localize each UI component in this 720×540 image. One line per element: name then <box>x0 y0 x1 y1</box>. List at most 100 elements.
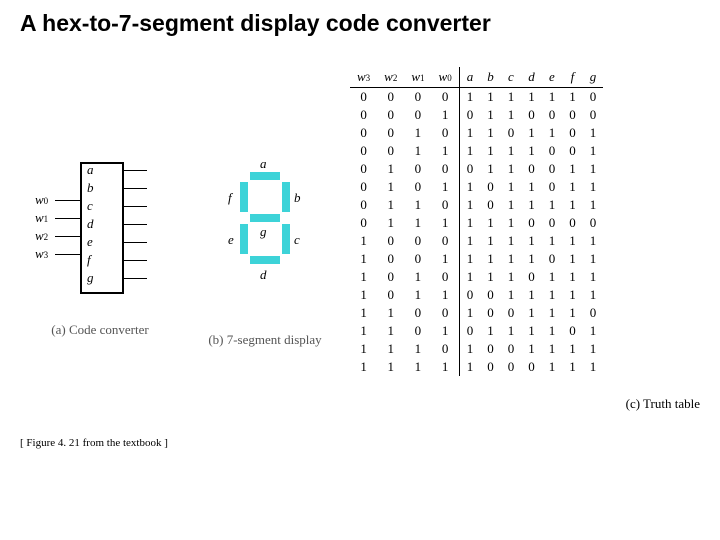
tt-cell: 1 <box>377 340 404 358</box>
tt-cell: 0 <box>404 88 431 107</box>
tt-cell: 1 <box>501 142 522 160</box>
converter-diagram: w0w0 w1w1 w2w2 w3w3 a b c d e f g <box>35 152 165 302</box>
tt-cell: 1 <box>432 250 460 268</box>
table-row: 10001111111 <box>350 232 603 250</box>
tt-cell: 0 <box>521 160 542 178</box>
tt-cell: 1 <box>350 286 377 304</box>
tt-cell: 1 <box>521 196 542 214</box>
tt-cell: 1 <box>480 142 501 160</box>
segment-a <box>250 172 280 180</box>
figure-reference: [ Figure 4. 21 from the textbook ] <box>20 437 700 449</box>
tt-cell: 1 <box>459 268 480 286</box>
tt-cell: 0 <box>521 358 542 376</box>
tt-cell: 1 <box>583 178 604 196</box>
table-row: 11111000111 <box>350 358 603 376</box>
tt-header-d: d <box>521 67 542 88</box>
tt-cell: 1 <box>459 196 480 214</box>
tt-cell: 0 <box>542 160 563 178</box>
tt-cell: 1 <box>501 268 522 286</box>
tt-cell: 0 <box>480 304 501 322</box>
tt-cell: 0 <box>459 106 480 124</box>
tt-cell: 1 <box>404 214 431 232</box>
tt-cell: 1 <box>350 340 377 358</box>
segment-d <box>250 256 280 264</box>
output-line-g <box>122 278 147 279</box>
segment-e <box>240 224 248 254</box>
tt-cell: 1 <box>404 124 431 142</box>
tt-cell: 1 <box>459 124 480 142</box>
tt-cell: 0 <box>404 178 431 196</box>
output-line-b <box>122 188 147 189</box>
tt-cell: 1 <box>459 88 480 107</box>
tt-cell: 1 <box>521 232 542 250</box>
segment-label-a: a <box>260 156 267 172</box>
tt-cell: 1 <box>583 160 604 178</box>
tt-cell: 0 <box>350 178 377 196</box>
output-label-d: d <box>87 216 94 232</box>
input-line-w2 <box>55 236 80 237</box>
tt-cell: 0 <box>377 106 404 124</box>
tt-cell: 1 <box>583 340 604 358</box>
tt-cell: 0 <box>404 250 431 268</box>
tt-cell: 1 <box>542 268 563 286</box>
segment-label-b: b <box>294 190 301 206</box>
tt-cell: 1 <box>432 322 460 340</box>
tt-cell: 1 <box>562 358 583 376</box>
tt-cell: 1 <box>377 160 404 178</box>
tt-cell: 1 <box>480 124 501 142</box>
page-title: A hex-to-7-segment display code converte… <box>20 10 700 37</box>
table-row: 11001001110 <box>350 304 603 322</box>
output-line-a <box>122 170 147 171</box>
tt-cell: 0 <box>432 160 460 178</box>
tt-cell: 1 <box>562 196 583 214</box>
tt-cell: 1 <box>480 88 501 107</box>
tt-cell: 1 <box>432 286 460 304</box>
tt-cell: 1 <box>542 286 563 304</box>
tt-cell: 1 <box>542 88 563 107</box>
input-line-w1 <box>55 218 80 219</box>
tt-cell: 1 <box>377 196 404 214</box>
seven-segment-diagram: a f b g e c d <box>210 152 320 312</box>
tt-cell: 1 <box>501 214 522 232</box>
tt-cell: 0 <box>583 88 604 107</box>
tt-cell: 0 <box>542 178 563 196</box>
tt-cell: 0 <box>432 232 460 250</box>
table-row: 11010111101 <box>350 322 603 340</box>
tt-cell: 0 <box>459 286 480 304</box>
tt-cell: 0 <box>432 124 460 142</box>
tt-cell: 0 <box>542 106 563 124</box>
tt-cell: 1 <box>521 322 542 340</box>
tt-header-f: f <box>562 67 583 88</box>
input-label-w3: w3w3 <box>35 246 48 262</box>
tt-cell: 0 <box>521 214 542 232</box>
tt-cell: 1 <box>521 88 542 107</box>
tt-cell: 0 <box>521 268 542 286</box>
tt-cell: 0 <box>542 142 563 160</box>
tt-cell: 0 <box>501 124 522 142</box>
tt-cell: 1 <box>583 286 604 304</box>
output-line-c <box>122 206 147 207</box>
table-row: 00101101101 <box>350 124 603 142</box>
tt-cell: 1 <box>521 250 542 268</box>
tt-cell: 1 <box>562 304 583 322</box>
tt-cell: 1 <box>459 178 480 196</box>
input-line-w0 <box>55 200 80 201</box>
tt-cell: 0 <box>350 160 377 178</box>
tt-cell: 0 <box>350 214 377 232</box>
tt-cell: 0 <box>583 106 604 124</box>
tt-cell: 1 <box>350 322 377 340</box>
tt-cell: 1 <box>562 232 583 250</box>
tt-cell: 1 <box>480 106 501 124</box>
tt-cell: 1 <box>377 304 404 322</box>
table-row: 11101001111 <box>350 340 603 358</box>
input-label-w0: w0w0 <box>35 192 48 208</box>
tt-cell: 0 <box>480 196 501 214</box>
tt-cell: 1 <box>404 196 431 214</box>
tt-cell: 1 <box>521 124 542 142</box>
output-line-f <box>122 260 147 261</box>
tt-cell: 1 <box>480 322 501 340</box>
segment-g <box>250 214 280 222</box>
tt-cell: 1 <box>404 340 431 358</box>
tt-cell: 0 <box>432 196 460 214</box>
tt-cell: 0 <box>404 160 431 178</box>
